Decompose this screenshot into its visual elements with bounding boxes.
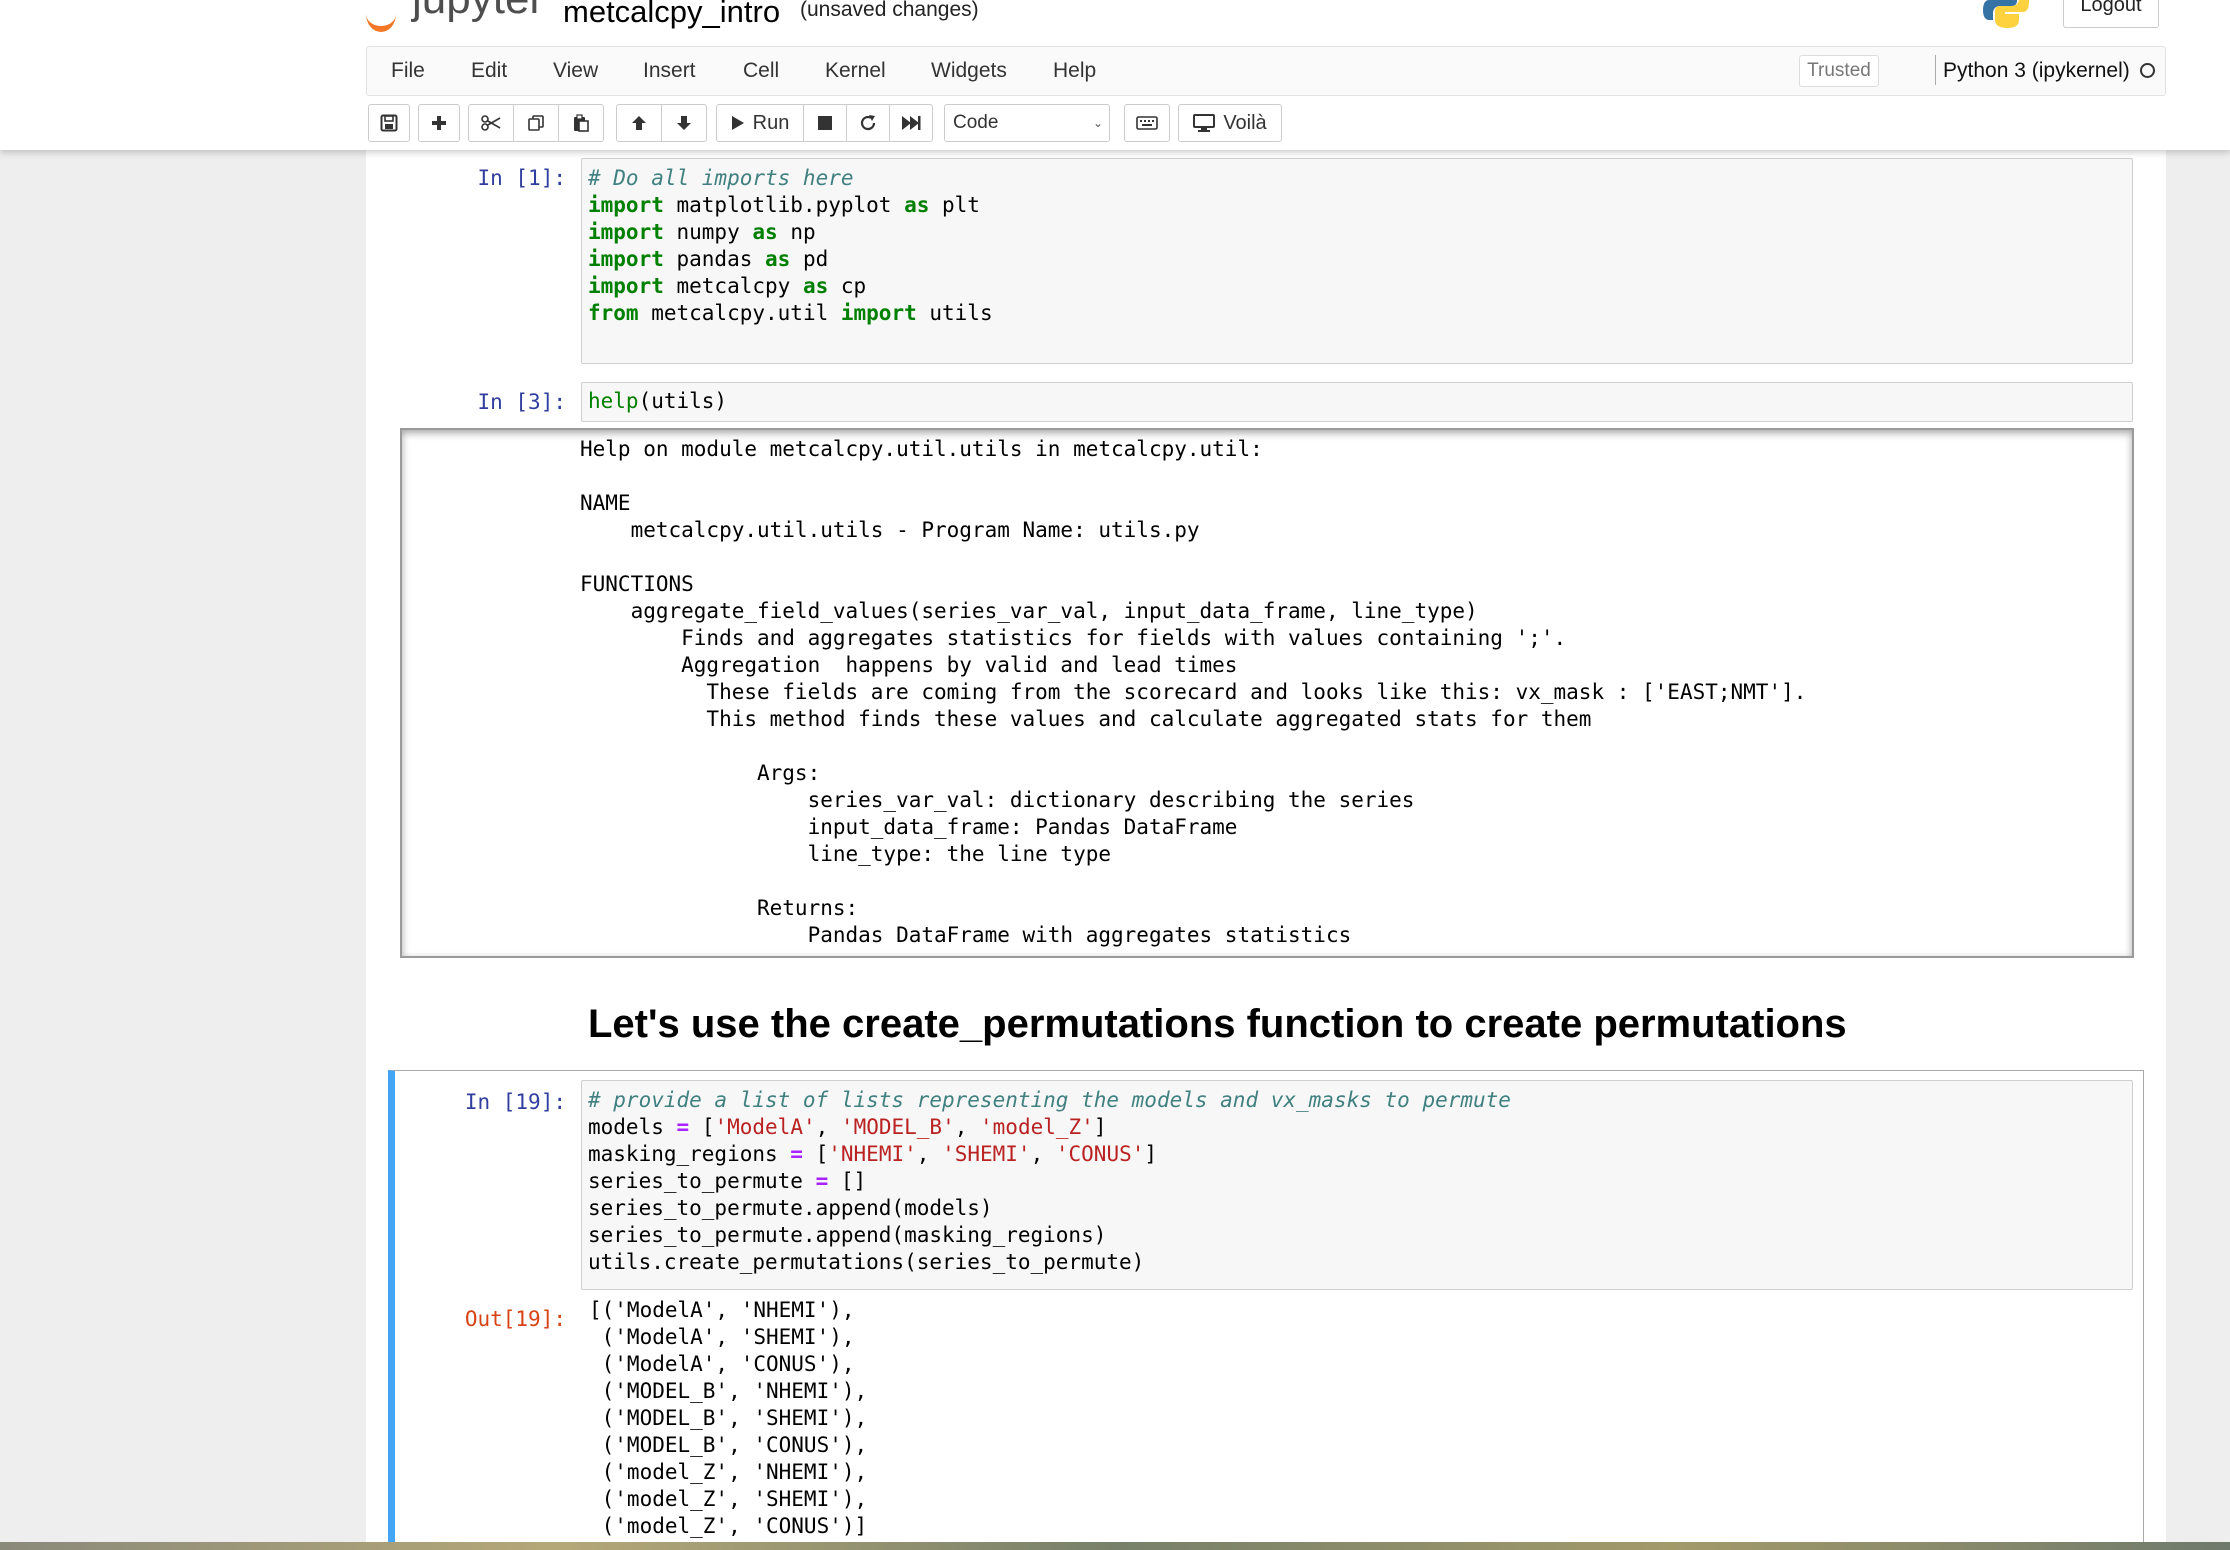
cell-3-input[interactable]: help(utils) [581,382,2133,422]
interrupt-button[interactable] [803,104,847,142]
paste-icon [574,114,589,132]
kernel-name[interactable]: Python 3 (ipykernel) [1943,59,2130,83]
desktop-background-strip [0,1542,2230,1550]
copy-button[interactable] [513,104,559,142]
logo-text: jupyter [412,0,544,24]
cell-3-prompt: In [3]: [477,390,566,414]
monitor-icon [1193,114,1216,132]
notebook-container: In [1]: # Do all imports here import mat… [366,150,2166,1550]
voila-label: Voilà [1223,111,1267,134]
code-line: # provide a list of lists representing t… [588,1088,1511,1112]
cell-19-prompt: In [19]: [464,1090,566,1114]
header: jupyter metcalcpy_intro (unsaved changes… [0,0,2230,150]
menu-help[interactable]: Help [1053,59,1096,83]
cell-1-input[interactable]: # Do all imports here import matplotlib.… [581,158,2133,364]
move-group [616,104,707,142]
insert-cell-button[interactable] [418,104,460,142]
cell-19-code: # provide a list of lists representing t… [588,1088,1511,1274]
cell-19-input[interactable]: # provide a list of lists representing t… [581,1080,2133,1290]
save-button[interactable] [368,104,410,142]
menu-file[interactable]: File [391,59,425,83]
output-line: line_type: the line type [580,842,1112,866]
clipboard-group [468,104,604,142]
menu-view[interactable]: View [553,59,598,83]
kernel-separator [1935,55,1936,85]
menu-insert[interactable]: Insert [643,59,696,83]
cell-1-prompt: In [1]: [477,166,566,190]
output-line: Returns: [580,896,859,920]
jupyter-logo[interactable]: jupyter [366,0,546,32]
markdown-heading: Let's use the create_permutations functi… [588,1002,1847,1046]
notebook-name[interactable]: metcalcpy_intro [563,0,780,30]
cut-icon [481,115,501,131]
cell-type-select[interactable]: Code ⌄ [944,104,1110,142]
output-line: These fields are coming from the scoreca… [580,680,1807,704]
cell-type-value: Code [953,112,999,133]
output-line: This method finds these values and calcu… [580,707,1592,731]
fast-forward-icon [902,116,921,130]
cell-1-code: # Do all imports here import matplotlib.… [588,166,993,325]
menu-widgets[interactable]: Widgets [931,59,1007,83]
run-group: Run [716,104,933,142]
output-line: Finds and aggregates statistics for fiel… [580,626,1567,650]
output-line: ('ModelA', 'SHEMI'), [589,1325,855,1349]
move-down-button[interactable] [661,104,707,142]
python-logo-icon [1983,0,2029,28]
output-line: FUNCTIONS [580,572,694,596]
save-status: (unsaved changes) [800,0,979,21]
cell-19-output: [('ModelA', 'NHEMI'), ('ModelA', 'SHEMI'… [589,1297,867,1540]
restart-button[interactable] [846,104,890,142]
copy-icon [528,115,544,131]
kernel-idle-icon [2140,63,2155,78]
menubar: File Edit View Insert Cell Kernel Widget… [366,46,2166,96]
keyboard-icon [1136,116,1158,130]
play-icon [731,116,744,130]
logout-button[interactable]: Logout [2063,0,2159,28]
menu-kernel[interactable]: Kernel [825,59,886,83]
voila-button[interactable]: Voilà [1178,104,1282,142]
help-output-scroll-area[interactable]: Help on module metcalcpy.util.utils in m… [400,428,2134,958]
output-line: Pandas DataFrame with aggregates statist… [580,923,1352,947]
trusted-indicator[interactable]: Trusted [1799,55,1879,87]
output-line: ('ModelA', 'CONUS'), [589,1352,855,1376]
output-line: NAME [580,491,631,515]
cell-19-out-prompt: Out[19]: [464,1307,566,1331]
arrow-down-icon [677,116,691,130]
restart-run-all-button[interactable] [889,104,933,142]
output-line: aggregate_field_values(series_var_val, i… [580,599,1478,623]
output-line: input_data_frame: Pandas DataFrame [580,815,1238,839]
restart-icon [860,115,876,131]
help-output-text: Help on module metcalcpy.util.utils in m… [580,436,1806,949]
jupyter-swoosh-icon [366,0,396,32]
output-line: metcalcpy.util.utils - Program Name: uti… [580,518,1200,542]
save-icon [380,114,398,132]
output-line: ('MODEL_B', 'NHEMI'), [589,1379,868,1403]
output-line: ('MODEL_B', 'SHEMI'), [589,1406,868,1430]
arrow-up-icon [632,116,646,130]
plus-icon [432,116,446,130]
cut-button[interactable] [468,104,514,142]
run-label: Run [752,111,790,134]
cell-3-code: help(utils) [588,389,728,413]
output-line: Aggregation happens by valid and lead ti… [580,653,1238,677]
paste-button[interactable] [558,104,604,142]
output-line: ('model_Z', 'CONUS')] [589,1514,868,1538]
run-button[interactable]: Run [716,104,804,142]
output-line: series_var_val: dictionary describing th… [580,788,1415,812]
output-line: ('MODEL_B', 'CONUS'), [589,1433,868,1457]
menu-edit[interactable]: Edit [471,59,507,83]
code-line: # Do all imports here [588,166,854,190]
output-line: Args: [580,761,821,785]
chevron-down-icon: ⌄ [1092,116,1103,130]
output-line: Help on module metcalcpy.util.utils in m… [580,437,1263,461]
stop-icon [818,116,832,130]
output-line: ('model_Z', 'NHEMI'), [589,1460,868,1484]
output-line: [('ModelA', 'NHEMI'), [589,1298,855,1322]
move-up-button[interactable] [616,104,662,142]
output-line: ('model_Z', 'SHEMI'), [589,1487,868,1511]
menu-cell[interactable]: Cell [743,59,779,83]
command-palette-button[interactable] [1124,104,1170,142]
